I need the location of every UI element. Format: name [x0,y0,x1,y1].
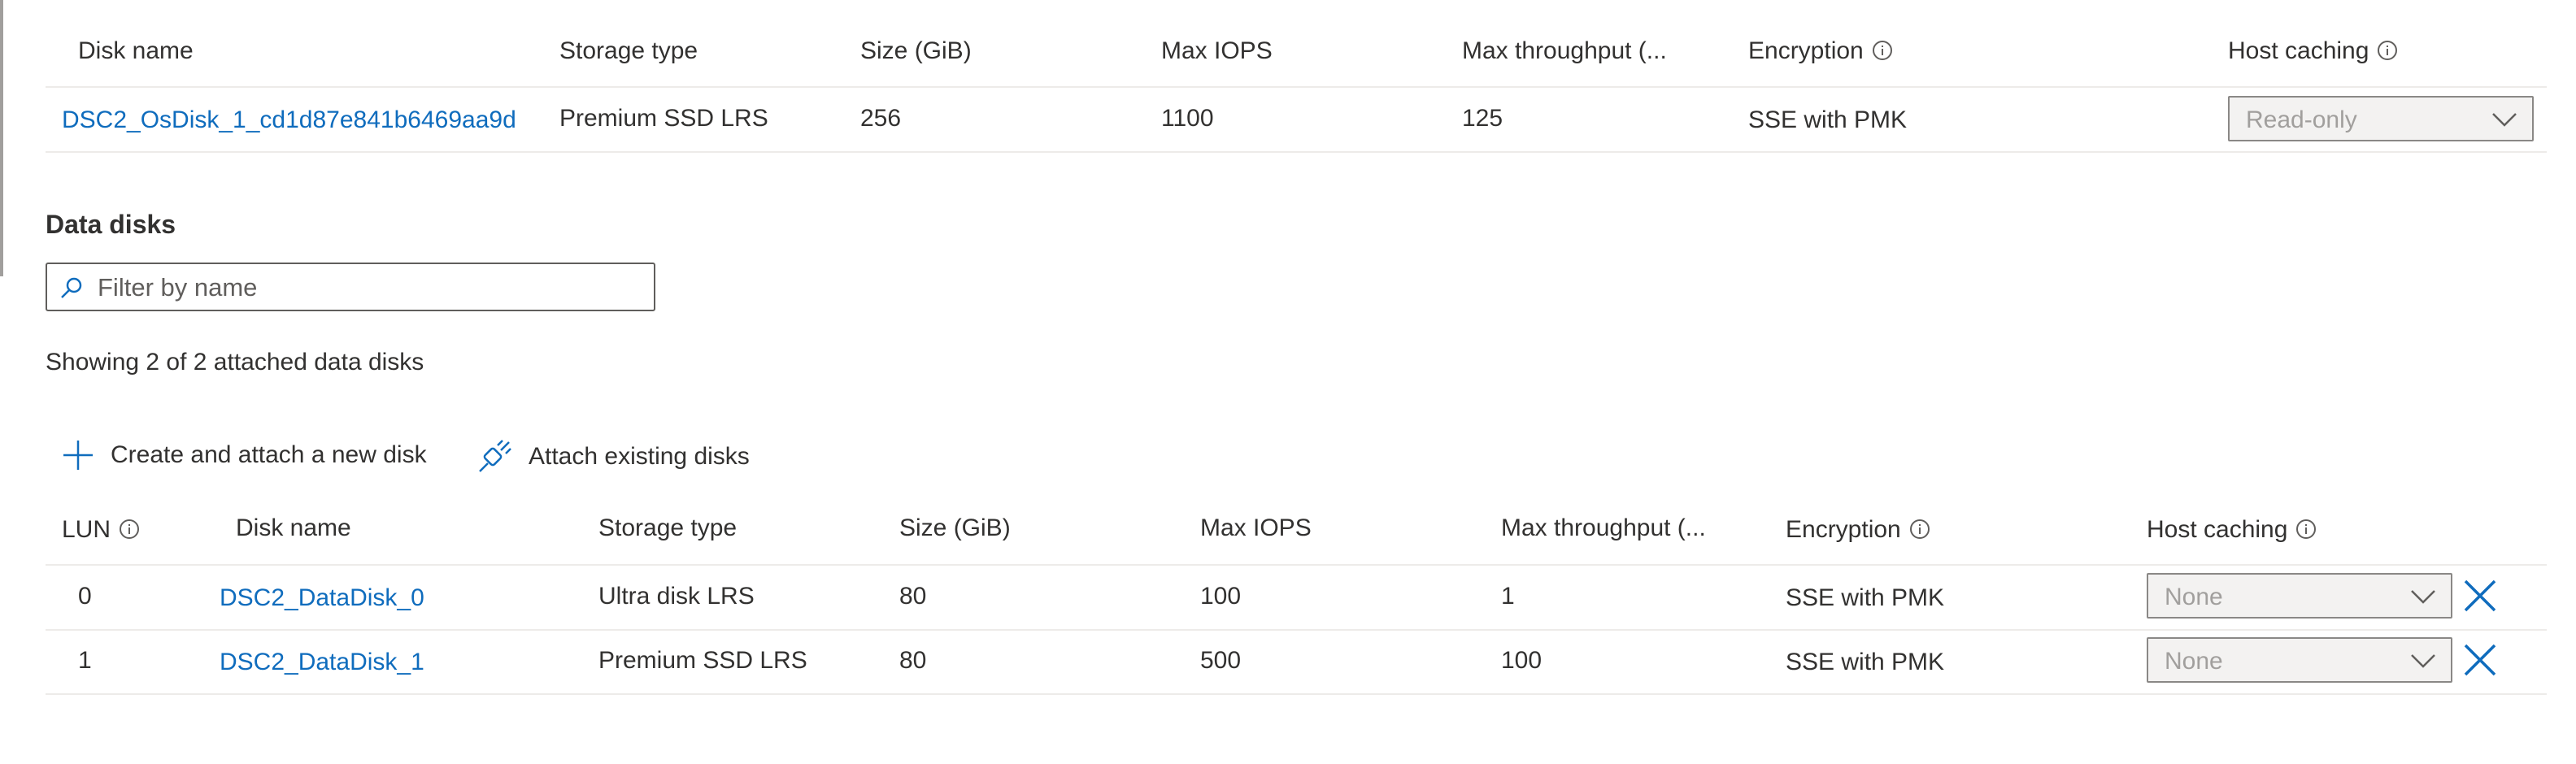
info-icon[interactable] [2377,40,2398,61]
os-disk-size: 256 [860,105,902,132]
chevron-down-icon [2492,113,2517,127]
os-col-size: Size (GiB) [860,37,972,64]
chevron-down-icon [2411,590,2435,604]
os-disk-storage-type: Premium SSD LRS [559,105,768,132]
host-caching-select[interactable]: None [2147,573,2452,619]
data-header-divider [46,564,2547,566]
create-attach-new-disk-button[interactable]: Create and attach a new disk [62,439,427,471]
data-col-host-caching: Host caching [2147,518,2317,542]
data-col-size: Size (GiB) [899,514,1011,541]
data-disk-name-link[interactable]: DSC2_DataDisk_0 [220,586,424,610]
info-icon[interactable] [119,519,140,540]
os-col-encryption: Encryption [1748,39,1893,63]
os-col-max-iops: Max IOPS [1161,37,1273,64]
host-caching-value: None [2165,648,2223,675]
create-attach-label: Create and attach a new disk [111,441,427,468]
data-disk-lun: 0 [78,583,92,610]
data-row-divider [46,629,2547,631]
data-col-storage-type: Storage type [598,514,738,541]
os-header-divider [46,86,2547,88]
attach-existing-label: Attach existing disks [529,443,750,470]
os-col-host-caching: Host caching [2228,39,2398,63]
data-disk-storage-type: Premium SSD LRS [598,647,807,674]
data-disk-encryption: SSE with PMK [1786,649,1945,675]
host-caching-select[interactable]: None [2147,637,2452,683]
os-host-caching-value: Read-only [2246,106,2357,133]
data-disks-title: Data disks [46,210,176,239]
data-col-max-iops: Max IOPS [1200,514,1312,541]
os-disk-name-link[interactable]: DSC2_OsDisk_1_cd1d87e841b6469aa9d [62,108,525,132]
data-disk-size: 80 [899,647,927,674]
disks-page: Disk name Storage type Size (GiB) Max IO… [0,0,2576,764]
data-row-divider [46,693,2547,695]
data-disk-lun: 1 [78,647,92,674]
add-icon [63,441,93,470]
os-col-max-throughput: Max throughput (... [1462,37,1667,64]
filter-input-box[interactable] [46,263,655,311]
filter-by-name-input[interactable] [96,271,644,305]
scroll-edge [0,0,3,276]
data-disk-max-throughput: 100 [1501,647,1543,674]
data-disk-encryption: SSE with PMK [1786,584,1945,611]
os-col-storage-type: Storage type [559,37,698,64]
info-icon[interactable] [1909,519,1930,540]
data-disk-size: 80 [899,583,927,610]
data-col-encryption: Encryption [1786,518,1930,542]
chevron-down-icon [2411,654,2435,668]
os-disk-max-throughput: 125 [1462,105,1503,132]
data-col-disk-name: Disk name [236,514,351,541]
os-col-disk-name: Disk name [78,37,194,64]
info-icon[interactable] [2295,519,2317,540]
info-icon[interactable] [1872,40,1893,61]
data-col-max-throughput: Max throughput (... [1501,514,1706,541]
os-host-caching-select[interactable]: Read-only [2228,96,2534,141]
data-col-lun: LUN [62,518,140,542]
close-icon[interactable] [2461,640,2500,679]
data-disk-max-iops: 100 [1200,583,1242,610]
os-disk-max-iops: 1100 [1161,105,1214,132]
host-caching-value: None [2165,584,2223,610]
search-icon [61,277,82,298]
attach-icon [479,440,511,472]
os-disk-encryption: SSE with PMK [1748,106,1908,133]
attach-existing-disks-button[interactable]: Attach existing disks [476,439,750,475]
data-disk-max-throughput: 1 [1501,583,1515,610]
data-disk-storage-type: Ultra disk LRS [598,583,755,610]
os-row-divider [46,151,2547,153]
data-disk-name-link[interactable]: DSC2_DataDisk_1 [220,650,424,675]
showing-count-text: Showing 2 of 2 attached data disks [46,349,424,375]
data-disk-max-iops: 500 [1200,647,1242,674]
close-icon[interactable] [2461,576,2500,615]
